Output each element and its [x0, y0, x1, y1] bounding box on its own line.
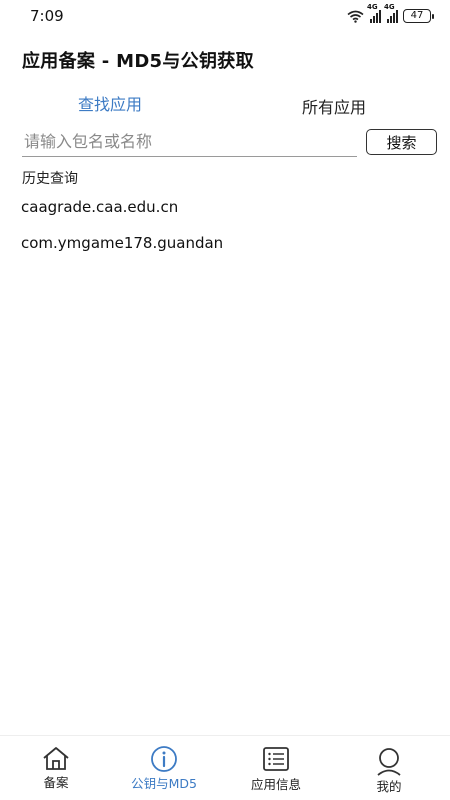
page-title: 应用备案 - MD5与公钥获取	[22, 51, 254, 72]
tab-bar: 查找应用 所有应用	[0, 88, 450, 118]
tab-find-app[interactable]: 查找应用	[78, 91, 142, 115]
history-item[interactable]: com.ymgame178.guandan	[21, 234, 223, 252]
history-item[interactable]: caagrade.caa.edu.cn	[21, 198, 178, 216]
status-bar: 7:09 4G 4G 47	[0, 0, 450, 34]
nav-label: 公钥与MD5	[131, 776, 197, 791]
search-input[interactable]	[22, 127, 357, 157]
user-icon	[377, 748, 401, 776]
battery-icon: 47	[403, 9, 434, 23]
nav-item-mine[interactable]: 我的	[333, 736, 445, 800]
nav-item-app-info[interactable]: 应用信息	[220, 736, 332, 800]
search-row: 搜索	[0, 125, 450, 161]
tab-all-apps[interactable]: 所有应用	[302, 94, 366, 118]
cellular-signal-icon: 4G	[384, 3, 398, 23]
history-label: 历史查询	[22, 171, 78, 187]
nav-item-filing[interactable]: 备案	[0, 736, 112, 800]
nav-item-key-md5[interactable]: 公钥与MD5	[108, 736, 220, 800]
home-icon	[43, 747, 69, 770]
search-button[interactable]: 搜索	[366, 129, 437, 155]
wifi-icon	[347, 10, 364, 23]
nav-label: 应用信息	[250, 777, 301, 792]
status-icons: 4G 4G 47	[347, 3, 434, 23]
battery-level: 47	[403, 9, 431, 23]
nav-label: 备案	[43, 775, 69, 790]
status-time: 7:09	[30, 7, 64, 25]
nav-label: 我的	[376, 779, 402, 794]
network-type-label: 4G	[384, 3, 395, 11]
info-icon	[151, 746, 177, 772]
cellular-signal-icon: 4G	[367, 3, 381, 23]
bottom-nav: 备案 公钥与MD5 应用信息 我的	[0, 735, 450, 800]
network-type-label: 4G	[367, 3, 378, 11]
list-icon	[263, 747, 289, 771]
